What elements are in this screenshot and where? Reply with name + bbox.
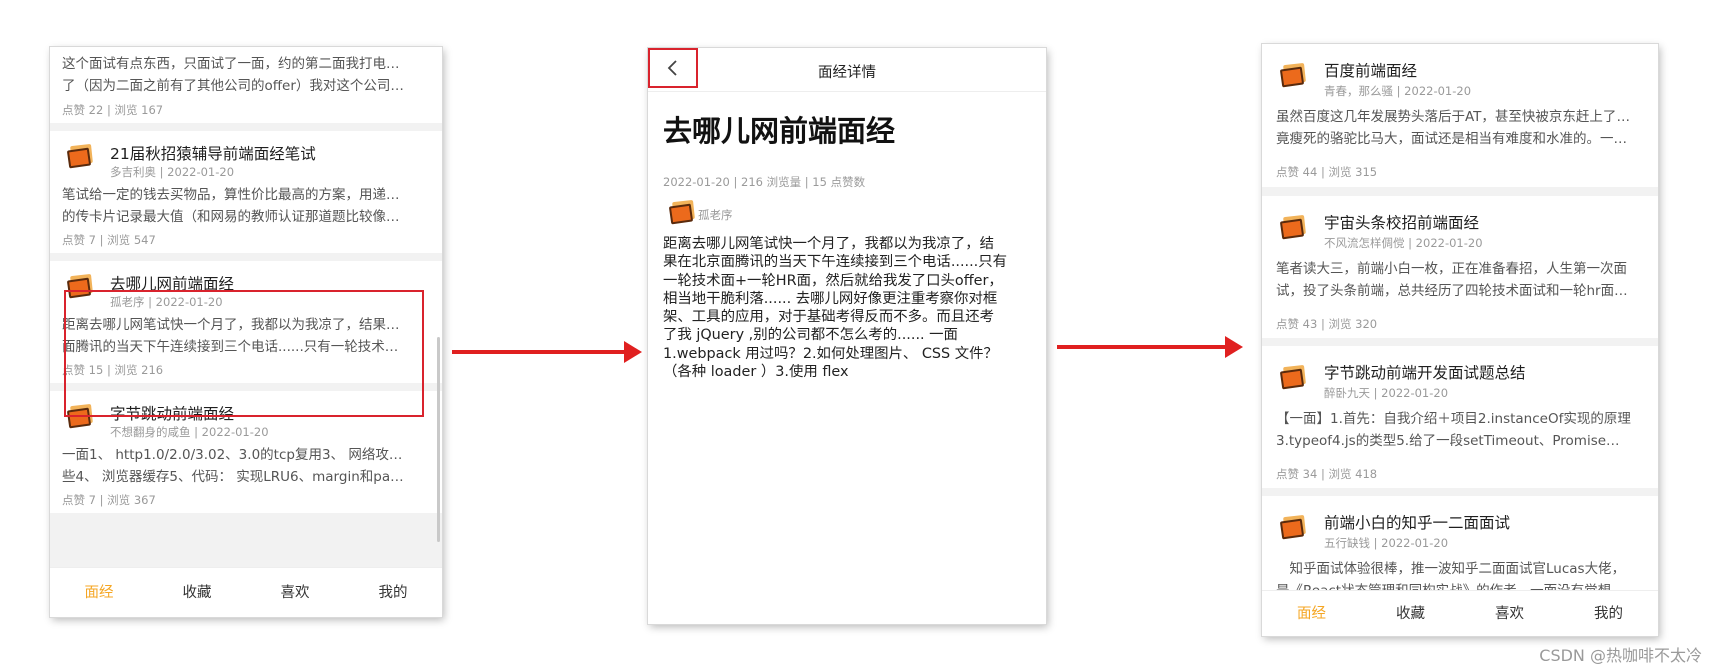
card-meta: 五行缺钱 | 2022-01-20 — [1324, 536, 1449, 550]
tab-mianjing[interactable]: 面经 — [1262, 591, 1361, 636]
list-item[interactable]: 字节跳动前端开发面试题总结 醉卧九天 | 2022-01-20 【一面】1.首先… — [1262, 346, 1658, 488]
tab-mianjing[interactable]: 面经 — [50, 568, 148, 617]
selected-card-highlight — [64, 290, 424, 417]
list-screen-2: 百度前端面经 青春，那么骚 | 2022-01-20 虽然百度这几年发展势头落后… — [1262, 44, 1658, 636]
card-meta: 醉卧九天 | 2022-01-20 — [1324, 386, 1449, 400]
tab-favorites[interactable]: 收藏 — [1361, 591, 1460, 636]
tab-likes[interactable]: 喜欢 — [1460, 591, 1559, 636]
tab-favorites[interactable]: 收藏 — [148, 568, 246, 617]
article-thumbnail-icon — [1279, 214, 1307, 241]
card-meta: 青春，那么骚 | 2022-01-20 — [1324, 84, 1472, 98]
page-title: 面经详情 — [818, 65, 876, 81]
card-title: 字节跳动前端开发面试题总结 — [1324, 364, 1526, 382]
scrollbar[interactable] — [437, 337, 440, 542]
card-title: 宇宙头条校招前端面经 — [1324, 214, 1480, 232]
tab-mine[interactable]: 我的 — [344, 568, 442, 617]
article-meta: 2022-01-20 | 216 浏览量 | 15 点赞数 — [663, 175, 866, 189]
tab-likes[interactable]: 喜欢 — [246, 568, 344, 617]
card-title: 前端小白的知乎一二面面试 — [1324, 514, 1511, 532]
card-stats: 点赞 22 | 浏览 167 — [62, 103, 164, 117]
flow-arrow — [1057, 336, 1243, 358]
stage: 这个面试有点东西，只面试了一面，约的第二面我打电话取消 了（因为二面之前有了其他… — [0, 0, 1714, 672]
list-item[interactable]: 宇宙头条校招前端面经 不风流怎样倜傥 | 2022-01-20 笔者读大三，前端… — [1262, 196, 1658, 338]
card-stats: 点赞 34 | 浏览 418 — [1276, 467, 1378, 481]
article-thumbnail-icon — [1279, 514, 1307, 541]
nav-bar: 面经详情 — [648, 48, 1046, 92]
list-item[interactable]: 这个面试有点东西，只面试了一面，约的第二面我打电话取消 了（因为二面之前有了其他… — [50, 47, 442, 123]
card-title: 百度前端面经 — [1324, 62, 1418, 80]
list-item[interactable]: 21届秋招猿辅导前端面经笔试 多吉利奥 | 2022-01-20 笔试给一定的钱… — [50, 131, 442, 253]
tab-bar: 面经 收藏 喜欢 我的 — [50, 567, 442, 617]
list-item[interactable]: 前端小白的知乎一二面面试 五行缺钱 | 2022-01-20 知乎面试体验很棒，… — [1262, 496, 1658, 598]
card-excerpt: 一面1、 http1.0/2.0/3.02、3.0的tcp复用3、 网络攻击知道… — [62, 447, 407, 485]
tab-bar: 面经 收藏 喜欢 我的 — [1262, 590, 1658, 636]
card-excerpt: 【一面】1.首先：自我介绍＋项目2.instanceOf实现的原理 3.type… — [1276, 411, 1631, 449]
author-name: 孤老序 — [698, 208, 733, 222]
card-stats: 点赞 44 | 浏览 315 — [1276, 165, 1378, 179]
card-stats: 点赞 7 | 浏览 547 — [62, 233, 156, 247]
card-stats: 点赞 43 | 浏览 320 — [1276, 317, 1378, 331]
author-avatar-icon — [668, 199, 696, 226]
flow-arrow — [452, 341, 642, 363]
card-stats: 点赞 7 | 浏览 367 — [62, 493, 156, 507]
card-excerpt: 这个面试有点东西，只面试了一面，约的第二面我打电话取消 了（因为二面之前有了其他… — [62, 56, 407, 94]
article-thumbnail-icon — [1279, 62, 1307, 89]
card-title: 21届秋招猿辅导前端面经笔试 — [110, 145, 316, 163]
article-thumbnail-icon — [1279, 364, 1307, 391]
article-title: 去哪儿网前端面经 — [663, 114, 896, 148]
card-meta: 多吉利奥 | 2022-01-20 — [110, 165, 235, 179]
article-thumbnail-icon — [66, 143, 94, 170]
article-content: 距离去哪儿网笔试快一个月了，我都以为我凉了，结 果在北京面腾讯的当天下午连续接到… — [663, 236, 1008, 381]
article-feed: 百度前端面经 青春，那么骚 | 2022-01-20 虽然百度这几年发展势头落后… — [1262, 44, 1658, 598]
detail-screen: 面经详情 去哪儿网前端面经 2022-01-20 | 216 浏览量 | 15 … — [648, 48, 1046, 624]
card-meta: 不风流怎样倜傥 | 2022-01-20 — [1324, 236, 1483, 250]
card-meta: 不想翻身的咸鱼 | 2022-01-20 — [110, 425, 269, 439]
watermark: CSDN @热咖啡不太冷 — [1539, 646, 1702, 665]
back-button-highlight — [648, 48, 698, 88]
card-excerpt: 笔试给一定的钱去买物品，算性价比最高的方案，用递归来写 的传卡片记录最大值（和网… — [62, 187, 407, 225]
card-excerpt: 虽然百度这几年发展势头落后于AT，甚至快被京东赶上了，毕 竟瘦死的骆驼比马大，面… — [1276, 109, 1631, 147]
list-item[interactable]: 百度前端面经 青春，那么骚 | 2022-01-20 虽然百度这几年发展势头落后… — [1262, 44, 1658, 187]
card-excerpt: 笔者读大三，前端小白一枚，正在准备春招，人生第一次面 试，投了头条前端，总共经历… — [1276, 261, 1631, 299]
tab-mine[interactable]: 我的 — [1559, 591, 1658, 636]
